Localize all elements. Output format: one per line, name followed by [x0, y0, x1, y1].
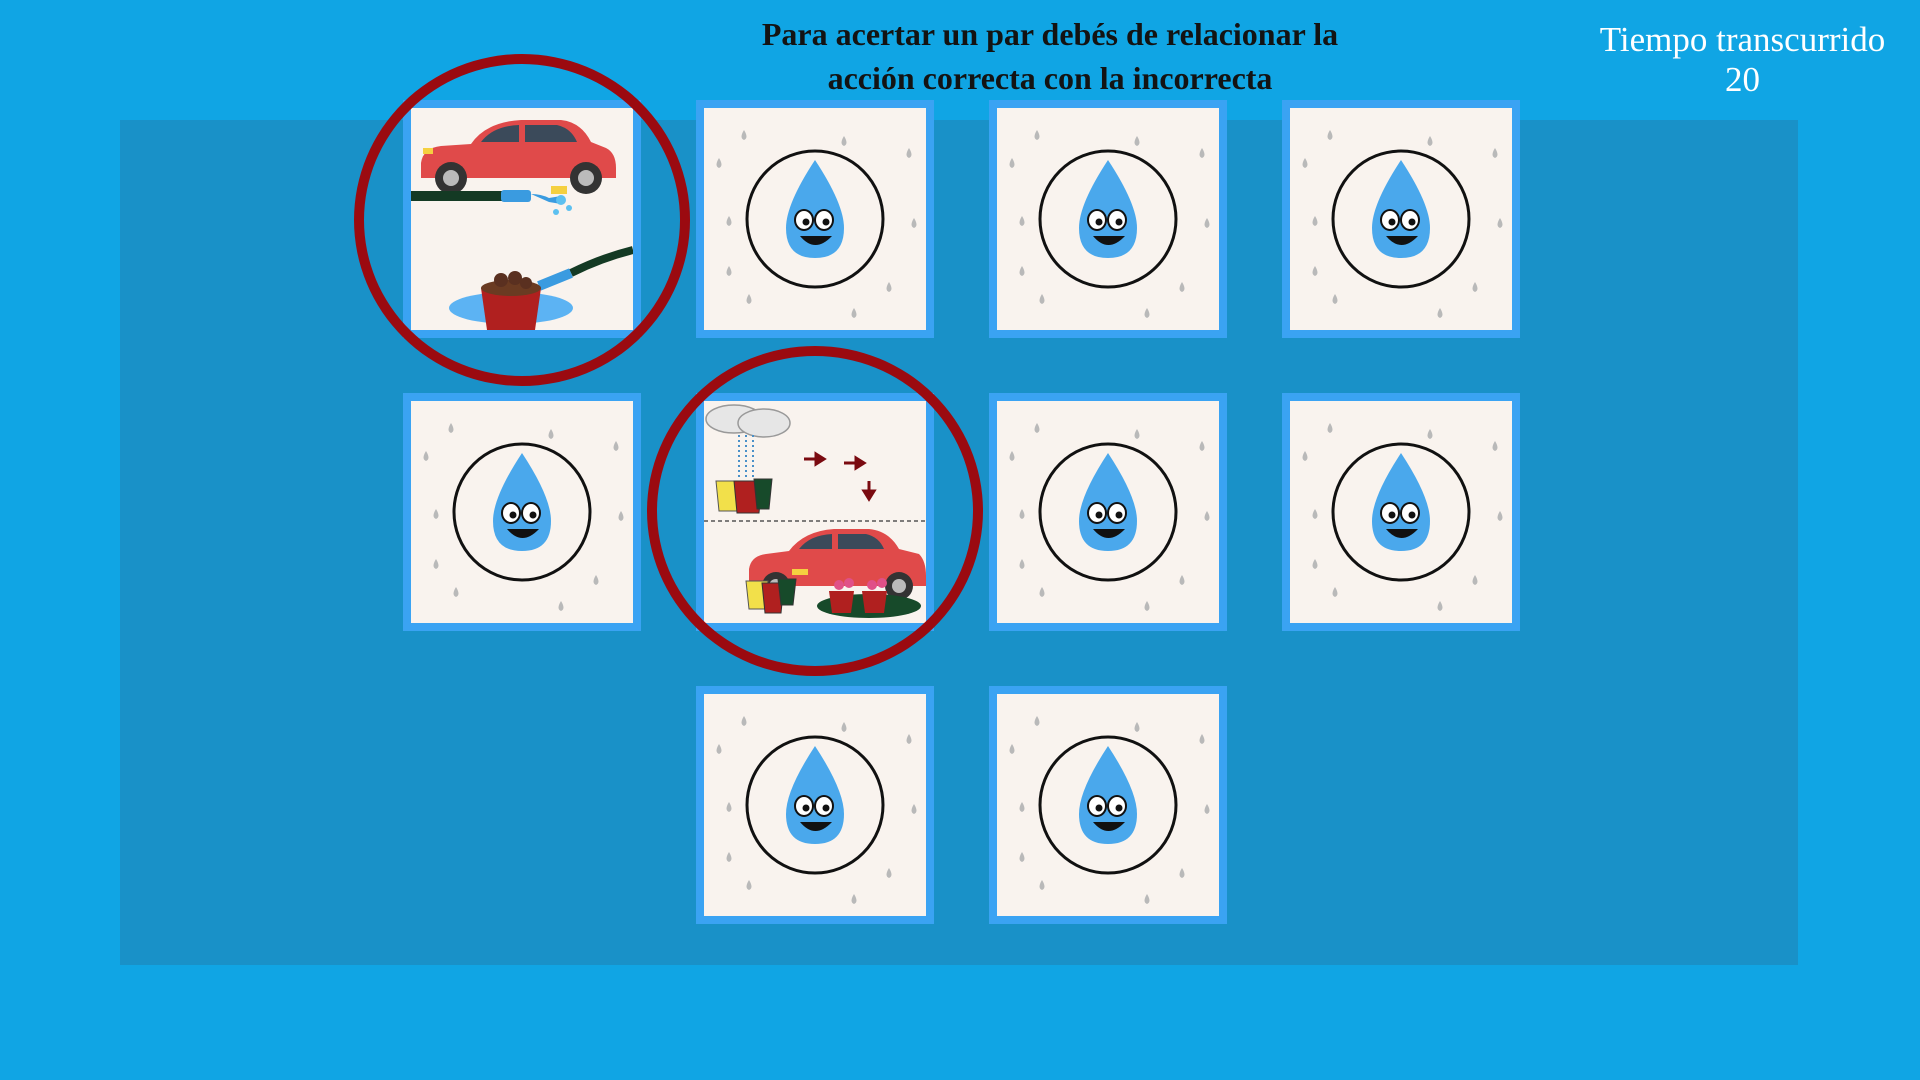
- memory-card-1[interactable]: [403, 100, 641, 338]
- water-drop-card-back: [997, 401, 1219, 623]
- timer-value: 20: [1725, 60, 1760, 99]
- water-drop-card-back: [1290, 401, 1512, 623]
- water-drop-card-back: [704, 694, 926, 916]
- memory-card-9[interactable]: [696, 686, 934, 924]
- instructions-line-2: acción correcta con la incorrecta: [827, 60, 1273, 96]
- memory-card-6[interactable]: [696, 393, 934, 631]
- water-drop-card-back: [997, 694, 1219, 916]
- memory-card-5[interactable]: [403, 393, 641, 631]
- memory-card-3[interactable]: [989, 100, 1227, 338]
- memory-card-2[interactable]: [696, 100, 934, 338]
- game-board: [120, 120, 1798, 965]
- memory-card-7[interactable]: [989, 393, 1227, 631]
- memory-card-4[interactable]: [1282, 100, 1520, 338]
- game-stage: Para acertar un par debés de relacionar …: [0, 0, 1920, 1080]
- water-drop-card-back: [1290, 108, 1512, 330]
- water-drop-card-back: [704, 108, 926, 330]
- elapsed-time-display: Tiempo transcurrido 20: [1570, 20, 1915, 100]
- water-drop-card-back: [411, 401, 633, 623]
- rainwater-buckets-car-washing-image: [704, 401, 926, 623]
- timer-label: Tiempo transcurrido: [1599, 20, 1886, 59]
- instructions-text: Para acertar un par debés de relacionar …: [700, 12, 1400, 100]
- memory-card-10[interactable]: [989, 686, 1227, 924]
- memory-card-8[interactable]: [1282, 393, 1520, 631]
- water-drop-card-back: [997, 108, 1219, 330]
- instructions-line-1: Para acertar un par debés de relacionar …: [761, 16, 1339, 52]
- car-washing-with-hose-image: [411, 108, 633, 330]
